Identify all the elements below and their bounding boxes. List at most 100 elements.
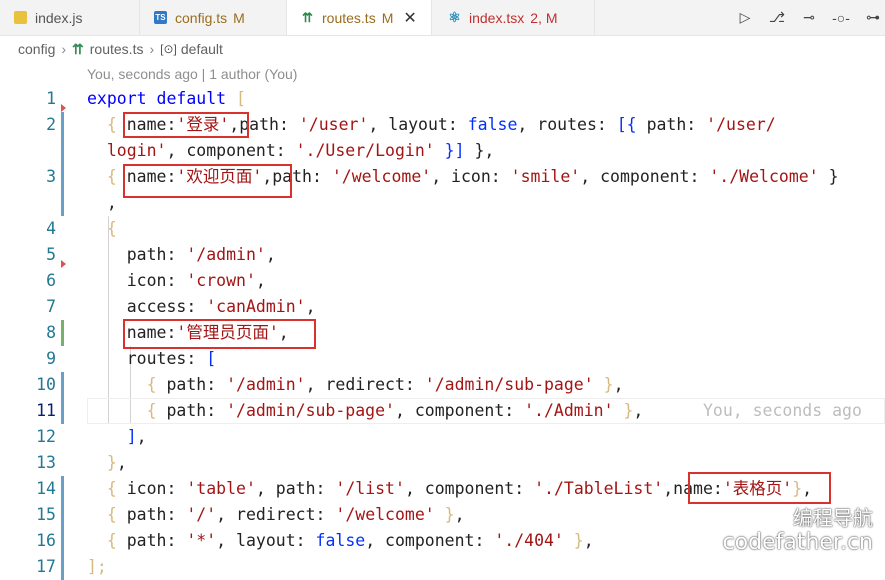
git-modified-indicator[interactable] [61, 372, 64, 398]
code-token: } [434, 505, 455, 524]
code-line[interactable]: 15 { path: '/', redirect: '/welcome' }, [0, 502, 885, 528]
code-text: access: 'canAdmin', [87, 294, 316, 320]
code-line[interactable]: 4 { [0, 216, 885, 242]
git-modified-indicator[interactable] [61, 476, 64, 502]
line-number: 10 [36, 375, 56, 394]
code-token: , layout: [216, 531, 316, 550]
code-line[interactable]: 17]; [0, 554, 885, 580]
code-token: , [454, 505, 465, 524]
highlight-box [123, 112, 249, 138]
code-token: '/welcome' [331, 167, 432, 186]
code-token: { [87, 531, 127, 550]
ts-file-icon: TS [154, 11, 167, 24]
line-number: 15 [36, 505, 56, 524]
code-token: }, [464, 141, 495, 160]
code-line[interactable]: 5 path: '/admin', [0, 242, 885, 268]
git-modified-indicator[interactable] [61, 164, 64, 190]
code-token: { [87, 401, 167, 420]
code-token: , component: [365, 531, 495, 550]
editor-actions: ▷ ⎇ ⊸ -○- ⊶ [725, 0, 885, 35]
chevron-right-icon: › [61, 41, 67, 57]
git-modified-indicator[interactable] [61, 112, 64, 138]
code-token: [ [206, 349, 217, 368]
code-token: 'crown' [186, 271, 256, 290]
git-commit-icon[interactable]: -○- [829, 10, 853, 26]
previous-change-icon[interactable]: ⊸ [797, 9, 821, 26]
react-file-icon: ⚛ [448, 9, 461, 25]
code-line[interactable]: 7 access: 'canAdmin', [0, 294, 885, 320]
code-token: '/' [186, 505, 217, 524]
line-number: 17 [36, 557, 56, 576]
code-text: icon: 'crown', [87, 268, 266, 294]
code-line[interactable]: 10 { path: '/admin', redirect: '/admin/s… [0, 372, 885, 398]
breadcrumb-symbol[interactable]: default [181, 41, 223, 57]
code-line[interactable]: 6 icon: 'crown', [0, 268, 885, 294]
git-modified-indicator[interactable] [61, 398, 64, 424]
git-blame-codelens[interactable]: You, seconds ago | 1 author (You) [87, 66, 297, 82]
code-token: { [87, 115, 127, 134]
code-token: './404' [494, 531, 564, 550]
git-modified-indicator[interactable] [61, 502, 64, 528]
git-modified-indicator[interactable] [61, 528, 64, 554]
routes-file-icon: ⇈ [72, 40, 84, 57]
close-icon[interactable]: ✕ [403, 8, 416, 28]
run-icon[interactable]: ▷ [733, 9, 757, 26]
git-modified-indicator[interactable] [61, 554, 64, 580]
chevron-right-icon: › [149, 41, 155, 57]
highlight-box [123, 164, 292, 198]
git-deleted-indicator[interactable] [61, 260, 66, 268]
code-text: }, [87, 450, 127, 476]
code-text: { path: '/', redirect: '/welcome' }, [87, 502, 465, 528]
code-token: '/admin/sub-page' [424, 375, 594, 394]
code-token: false [467, 115, 518, 134]
git-modified-indicator[interactable] [61, 138, 64, 164]
symbol-icon: [⊙] [160, 42, 177, 56]
tab-routes-ts[interactable]: ⇈ routes.ts M ✕ [287, 0, 432, 35]
line-number: 4 [46, 219, 56, 238]
code-line[interactable]: 9 routes: [ [0, 346, 885, 372]
code-text: login', component: './User/Login' }] }, [87, 138, 494, 164]
tab-config-ts[interactable]: TS config.ts M [140, 0, 287, 35]
code-token: , layout: [368, 115, 468, 134]
tab-index-js[interactable]: index.js [0, 0, 140, 35]
code-token: , [305, 297, 316, 316]
code-line[interactable]: 12 ], [0, 424, 885, 450]
code-token: path: [126, 505, 187, 524]
compare-changes-icon[interactable]: ⎇ [765, 9, 789, 26]
code-token: path: [166, 401, 227, 420]
code-token: , [265, 245, 276, 264]
code-line[interactable]: 1 export default [ [0, 86, 885, 112]
code-token: access: [87, 297, 207, 316]
tab-label: config.ts [175, 9, 228, 26]
code-token: '/list' [335, 479, 405, 498]
line-number: 3 [46, 167, 56, 186]
more-actions-icon[interactable]: ⊶ [861, 9, 885, 26]
code-token: } [593, 375, 614, 394]
code-text: ], [87, 424, 147, 450]
code-line[interactable]: 11 { path: '/admin/sub-page', component:… [0, 398, 885, 424]
git-modified-indicator[interactable] [61, 190, 64, 216]
code-token: } [818, 167, 839, 186]
line-number: 6 [46, 271, 56, 290]
code-line[interactable]: login', component: './User/Login' }] }, [0, 138, 885, 164]
tab-label: index.js [35, 9, 83, 26]
code-token: , component: [166, 141, 296, 160]
code-token: icon: [126, 479, 187, 498]
code-token: false [315, 531, 366, 550]
line-number: 14 [36, 479, 56, 498]
git-deleted-indicator[interactable] [61, 104, 66, 112]
code-token: 'table' [186, 479, 256, 498]
git-added-indicator[interactable] [61, 320, 64, 346]
code-text: { [87, 216, 117, 242]
code-text: export default [ [87, 86, 246, 112]
breadcrumb-folder[interactable]: config [18, 41, 55, 57]
code-token: { [87, 479, 127, 498]
line-number: 5 [46, 245, 56, 264]
code-text: { path: '/admin', redirect: '/admin/sub-… [87, 372, 624, 398]
tab-index-tsx[interactable]: ⚛ index.tsx 2, M [432, 0, 595, 35]
code-token: icon: [87, 271, 187, 290]
code-token: './Welcome' [709, 167, 819, 186]
breadcrumb-file[interactable]: routes.ts [90, 41, 144, 57]
code-token: } [87, 453, 117, 472]
